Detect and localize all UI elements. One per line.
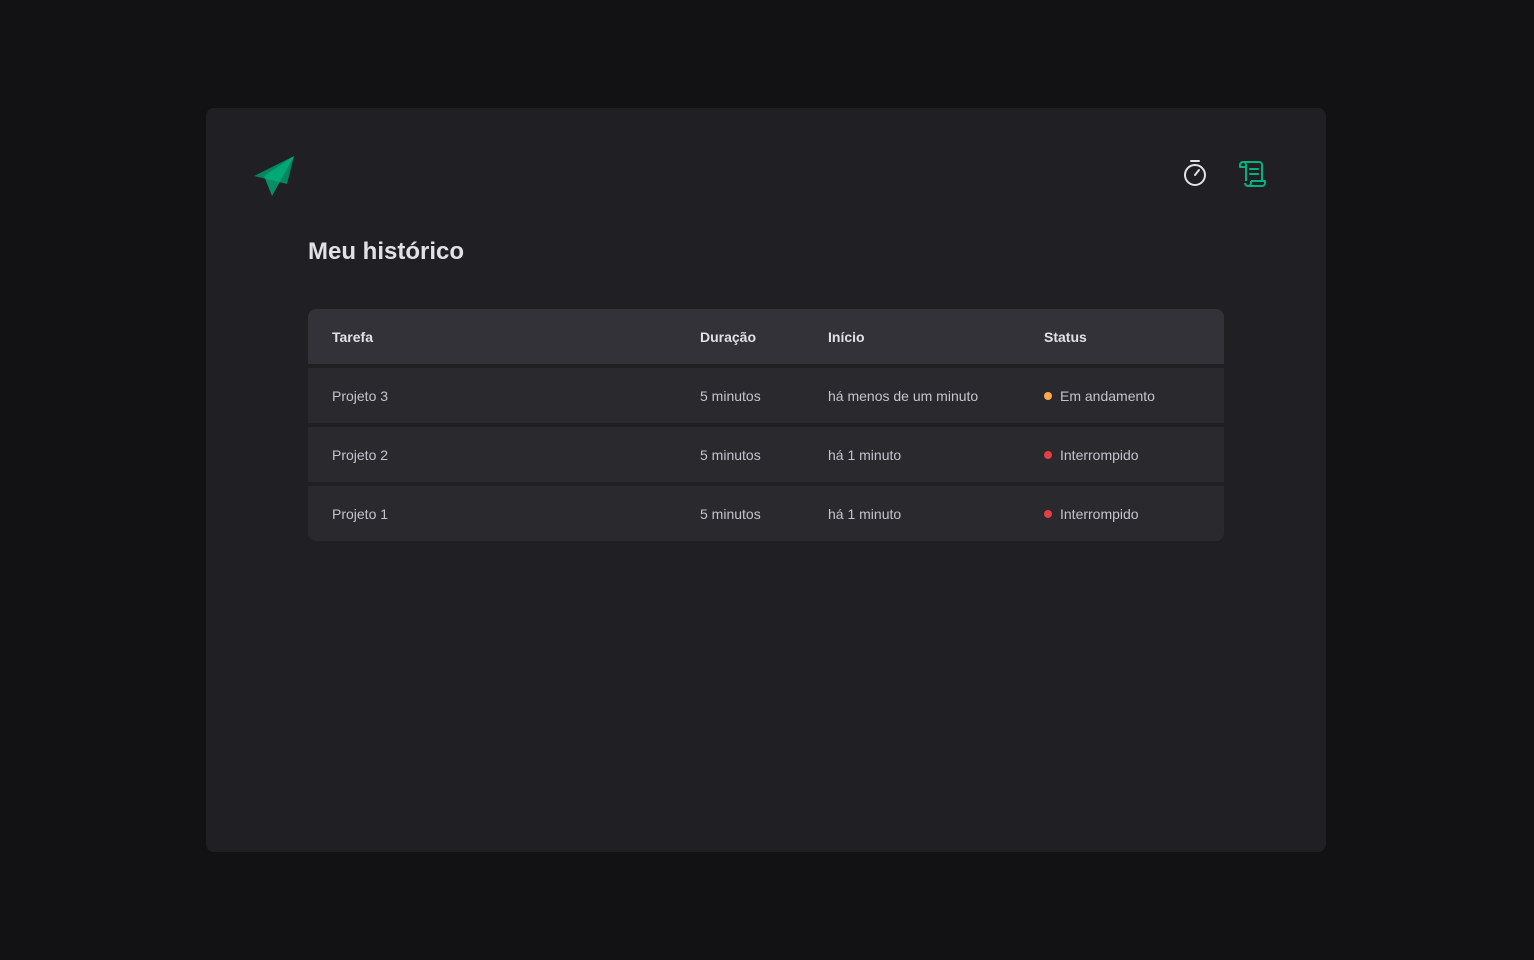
status-dot xyxy=(1044,509,1052,518)
status-dot xyxy=(1044,391,1052,400)
status-label: Interrompido xyxy=(1060,505,1139,522)
header-status: Status xyxy=(1044,328,1087,345)
table-row: Projeto 1 5 minutos há 1 minuto Interrom… xyxy=(308,486,1224,541)
cell-task: Projeto 1 xyxy=(332,505,389,522)
history-table: Tarefa Duração Início Status Projeto 3 5… xyxy=(308,309,1224,545)
app-container: Meu histórico Tarefa Duração Início Stat… xyxy=(206,108,1326,852)
table-header: Tarefa Duração Início Status xyxy=(308,309,1224,364)
cell-status: Interrompido xyxy=(1044,447,1224,463)
cell-start: há 1 minuto xyxy=(828,505,902,522)
cell-status: Interrompido xyxy=(1044,506,1224,522)
logo-icon xyxy=(254,156,294,196)
cell-task: Projeto 3 xyxy=(332,387,389,404)
cell-start: há 1 minuto xyxy=(828,446,902,463)
cell-start: há menos de um minuto xyxy=(828,387,979,404)
cell-status: Em andamento xyxy=(1044,388,1224,404)
status-dot xyxy=(1044,450,1052,459)
timer-icon xyxy=(1184,160,1206,186)
header-start: Início xyxy=(828,328,865,345)
scroll-icon xyxy=(1239,161,1266,187)
table-row: Projeto 3 5 minutos há menos de um minut… xyxy=(308,368,1224,423)
nav-timer-link[interactable] xyxy=(1170,156,1220,190)
cell-task: Projeto 2 xyxy=(332,446,389,463)
header-duration: Duração xyxy=(700,328,757,345)
header-task: Tarefa xyxy=(332,328,373,345)
table-row: Projeto 2 5 minutos há 1 minuto Interrom… xyxy=(308,427,1224,482)
status-label: Em andamento xyxy=(1060,387,1155,404)
page-title: Meu histórico xyxy=(308,238,465,265)
header-nav xyxy=(1170,156,1278,190)
cell-duration: 5 minutos xyxy=(700,387,761,404)
cell-duration: 5 minutos xyxy=(700,505,761,522)
cell-duration: 5 minutos xyxy=(700,446,761,463)
nav-history-link[interactable] xyxy=(1228,156,1278,190)
status-label: Interrompido xyxy=(1060,446,1139,463)
